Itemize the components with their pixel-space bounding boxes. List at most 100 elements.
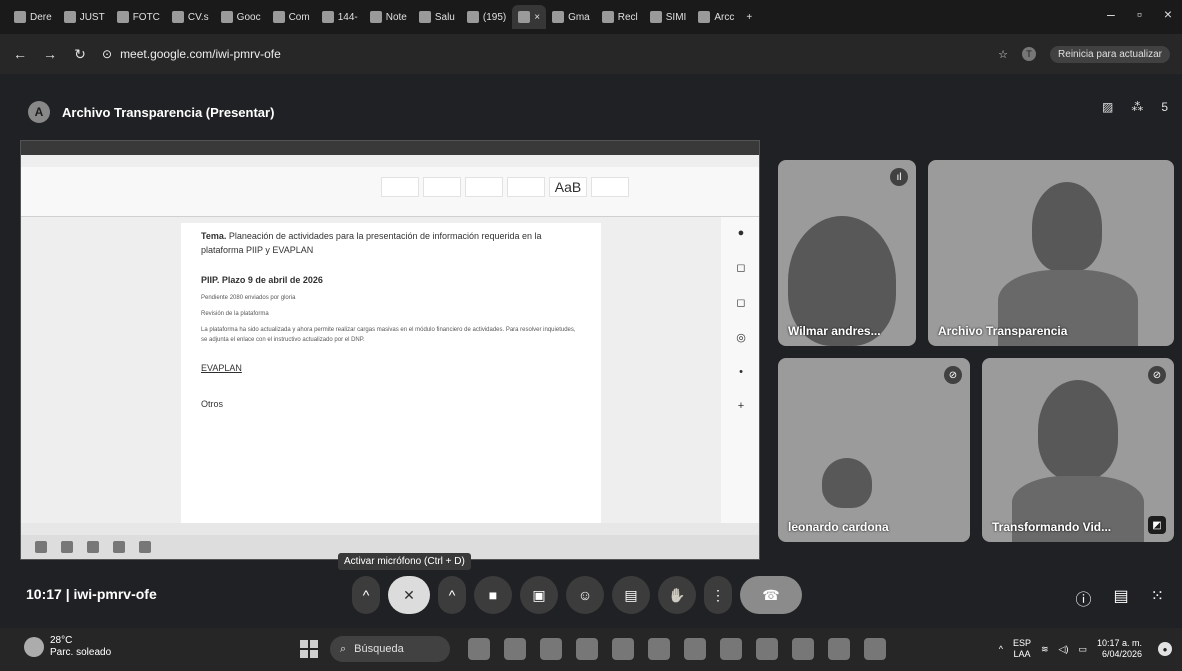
- taskbar-app-icon[interactable]: [648, 638, 670, 660]
- side-panel: ● ◻ ◻ ◎ • +: [721, 217, 759, 537]
- taskbar-app-icon[interactable]: [684, 638, 706, 660]
- sidebar-icon[interactable]: •: [739, 366, 743, 378]
- tab[interactable]: CV.s: [166, 5, 215, 29]
- url-field[interactable]: ⊙ meet.google.com/iwi-pmrv-ofe: [102, 47, 281, 61]
- video-options-button[interactable]: ^: [438, 576, 466, 614]
- start-button[interactable]: [300, 640, 318, 658]
- video-feed: [1038, 380, 1118, 480]
- tab-favicon-icon: [698, 11, 711, 23]
- participants-icon[interactable]: ⁂: [1131, 100, 1143, 114]
- copilot-icon[interactable]: ●: [738, 227, 745, 239]
- site-info-icon[interactable]: ⊙: [102, 47, 112, 61]
- chat-icon[interactable]: ▤: [1113, 586, 1128, 610]
- close-tab-icon[interactable]: ×: [534, 12, 540, 23]
- participant-tile[interactable]: ıl Wilmar andres...: [778, 160, 916, 346]
- close-window-icon[interactable]: ×: [1164, 6, 1172, 22]
- taskbar-app-icon[interactable]: [504, 638, 526, 660]
- tab-favicon-icon: [272, 11, 285, 23]
- tab[interactable]: SIMI: [644, 5, 693, 29]
- address-bar-actions: ☆ T Reinicia para actualizar: [998, 45, 1170, 63]
- taskbar-search[interactable]: ⌕ Búsqueda: [330, 636, 450, 662]
- tab-favicon-icon: [601, 11, 614, 23]
- forward-icon[interactable]: →: [42, 46, 58, 62]
- taskbar-app-icon[interactable]: [540, 638, 562, 660]
- presenting-icon: ◩: [1148, 516, 1166, 534]
- tab[interactable]: Com: [267, 5, 316, 29]
- tray-chevron-icon[interactable]: ^: [999, 644, 1003, 654]
- more-vert-icon: ⋮: [711, 586, 725, 603]
- tab[interactable]: Salu: [413, 5, 461, 29]
- reactions-button[interactable]: ☺: [566, 576, 604, 614]
- camera-toggle-button[interactable]: ■: [474, 576, 512, 614]
- info-icon[interactable]: ⓘ: [1075, 586, 1091, 610]
- captions-button[interactable]: ▤: [612, 576, 650, 614]
- mic-toggle-button[interactable]: ✕: [388, 576, 430, 614]
- tab[interactable]: Gma: [546, 5, 596, 29]
- browser-tabstrip: Dere JUST FOTC CV.s Gooc Com 144- Note S…: [0, 0, 1182, 34]
- update-button[interactable]: Reinicia para actualizar: [1050, 45, 1170, 63]
- taskbar-app-icon[interactable]: [792, 638, 814, 660]
- profile-avatar[interactable]: T: [1022, 47, 1037, 61]
- tab-favicon-icon: [552, 11, 565, 23]
- clock[interactable]: 10:17 a. m. 6/04/2026: [1097, 638, 1142, 660]
- participant-tile[interactable]: ⊘ leonardo cardona: [778, 358, 970, 542]
- taskbar-app-icon[interactable]: [468, 638, 490, 660]
- presentation-title: Archivo Transparencia (Presentar): [62, 104, 275, 120]
- doc-line: Pendiente 2080 enviados por gloria: [201, 295, 296, 301]
- document-page[interactable]: Tema. Planeación de actividades para la …: [181, 223, 601, 537]
- minimize-icon[interactable]: –: [1107, 6, 1115, 22]
- tab[interactable]: Note: [364, 5, 413, 29]
- sidebar-icon[interactable]: ◎: [736, 331, 746, 344]
- tab[interactable]: Gooc: [215, 5, 267, 29]
- tab[interactable]: Recl: [596, 5, 644, 29]
- tab-active-meet[interactable]: ×: [512, 5, 547, 29]
- hang-up-icon: ☎: [762, 586, 780, 603]
- more-options-button[interactable]: ⋮: [704, 576, 732, 614]
- notification-icon[interactable]: ●: [1158, 642, 1172, 656]
- tab[interactable]: (195): [461, 5, 512, 29]
- volume-icon[interactable]: ◁): [1059, 644, 1069, 655]
- taskbar-app-icon[interactable]: [576, 638, 598, 660]
- leave-call-button[interactable]: ☎: [740, 576, 802, 614]
- tab[interactable]: FOTC: [111, 5, 166, 29]
- tab[interactable]: JUST: [58, 5, 111, 29]
- video-feed: [822, 458, 872, 508]
- audio-options-button[interactable]: ^: [352, 576, 380, 614]
- sidebar-icon[interactable]: ◻: [736, 261, 745, 274]
- tab[interactable]: Arcc: [692, 5, 740, 29]
- weather-widget[interactable]: 28°C Parc. soleado: [24, 635, 111, 659]
- taskbar-app-icon[interactable]: [612, 638, 634, 660]
- participant-tile[interactable]: ⊘ Transformando Vid... ◩: [982, 358, 1174, 542]
- participant-tile[interactable]: Archivo Transparencia: [928, 160, 1174, 346]
- sidebar-icon[interactable]: ◻: [736, 296, 745, 309]
- tab[interactable]: Dere: [8, 5, 58, 29]
- wifi-icon[interactable]: ≋: [1041, 644, 1049, 655]
- emoji-icon: ☺: [577, 587, 593, 603]
- raise-hand-button[interactable]: ✋: [658, 576, 696, 614]
- activities-icon[interactable]: ⁙: [1151, 586, 1164, 610]
- battery-icon[interactable]: ▭: [1078, 644, 1087, 655]
- new-tab-button[interactable]: +: [740, 5, 758, 29]
- bookmark-star-icon[interactable]: ☆: [998, 48, 1008, 61]
- participant-name: Wilmar andres...: [788, 324, 881, 338]
- language-indicator[interactable]: ESP LAA: [1013, 638, 1031, 660]
- back-icon[interactable]: ←: [12, 46, 28, 62]
- doc-paragraph: La plataforma ha sido actualizada y ahor…: [201, 327, 576, 343]
- layout-off-icon[interactable]: ▨: [1102, 100, 1113, 114]
- taskbar-app-icon[interactable]: [864, 638, 886, 660]
- tab[interactable]: 144-: [316, 5, 364, 29]
- tab-favicon-icon: [171, 11, 184, 23]
- app-icon: [87, 541, 99, 553]
- style-nospacing: [423, 177, 461, 197]
- taskbar-app-icon[interactable]: [756, 638, 778, 660]
- word-ribbon: AaB: [21, 167, 759, 217]
- taskbar-app-icon[interactable]: [828, 638, 850, 660]
- present-button[interactable]: ▣: [520, 576, 558, 614]
- app-icon: [35, 541, 47, 553]
- reload-icon[interactable]: ↻: [72, 46, 88, 63]
- add-icon[interactable]: +: [738, 400, 744, 412]
- maximize-icon[interactable]: ▫: [1137, 6, 1142, 22]
- taskbar-app-icon[interactable]: [720, 638, 742, 660]
- weather-condition: Parc. soleado: [50, 647, 112, 658]
- shared-screen: AaB Tema. Planeación de actividades para…: [20, 140, 760, 560]
